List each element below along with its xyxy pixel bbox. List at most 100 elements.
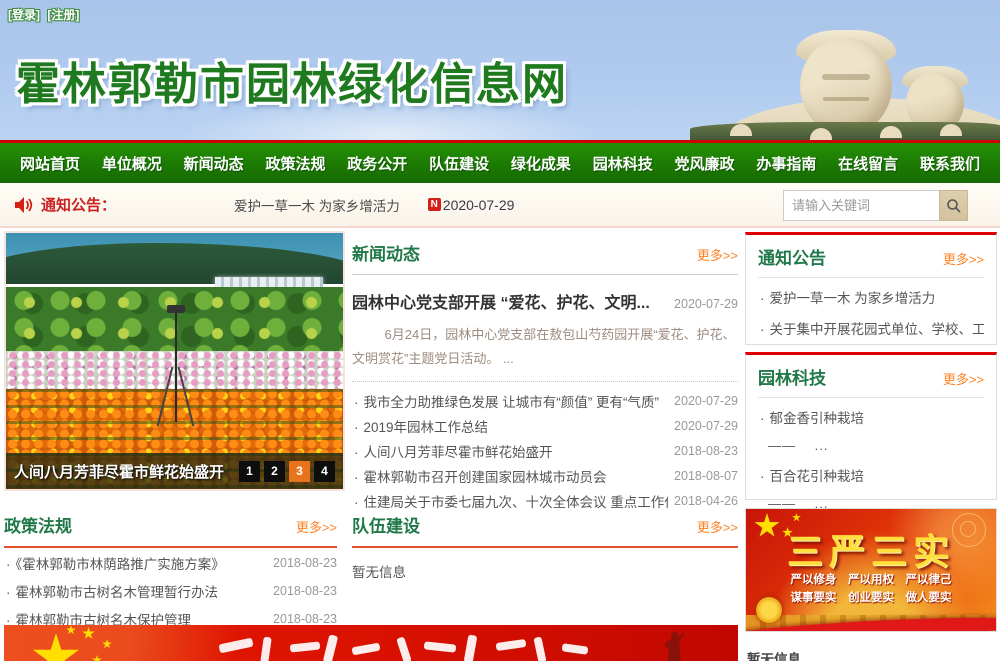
- calligraphy-stroke: [290, 641, 321, 652]
- notice-box: 通知公告 更多>> 爱护一草一木 为家乡增活力 关于集中开展花园式单位、学校、工…: [745, 232, 997, 345]
- policy-title: 政策法规: [4, 512, 72, 537]
- tech-box-item[interactable]: 郁金香引种栽培: [758, 398, 984, 429]
- calligraphy-stroke: [352, 643, 381, 656]
- site-title: 霍林郭勒市园林绿化信息网: [16, 48, 568, 112]
- policy-item-date: 2018-08-23: [273, 612, 337, 626]
- team-more-link[interactable]: 更多>>: [697, 517, 738, 536]
- policy-item-date: 2018-08-23: [273, 556, 337, 570]
- photo-weather-station: [175, 305, 177, 423]
- party-emblem-icon: [756, 597, 782, 623]
- news-more-link[interactable]: 更多>>: [697, 245, 738, 264]
- star-icon: [32, 633, 80, 661]
- calligraphy-stroke: [396, 636, 412, 661]
- calligraphy-stroke: [562, 643, 589, 655]
- news-item-link[interactable]: 霍林郭勒市召开创建国家园林城市动员会: [352, 466, 668, 486]
- team-header: 队伍建设 更多>>: [352, 512, 738, 548]
- nav-item-policy[interactable]: 政策法规: [259, 153, 331, 174]
- featured-title[interactable]: 园林中心党支部开展 “爱花、护花、文明...: [352, 289, 666, 313]
- slider-caption[interactable]: 人间八月芳菲尽霍市鲜花始盛开: [14, 461, 239, 482]
- slider-caption-bar: 人间八月芳菲尽霍市鲜花始盛开 1 2 3 4: [6, 453, 343, 489]
- sanyan-banner[interactable]: 三严三实 严以修身 严以用权 严以律己 谋事要实 创业要实 做人要实: [745, 508, 997, 632]
- news-list-item: 我市全力助推绿色发展 让城市有“颜值” 更有“气质” 2020-07-29: [352, 388, 738, 413]
- calligraphy-stroke: [218, 638, 253, 654]
- notice-label: 通知公告：: [41, 194, 116, 215]
- policy-header: 政策法规 更多>>: [4, 512, 337, 548]
- login-link[interactable]: [登录]: [8, 8, 40, 22]
- featured-date: 2020-07-29: [674, 297, 738, 311]
- nav-item-greening[interactable]: 绿化成果: [505, 153, 577, 174]
- main-nav: 网站首页 单位概况 新闻动态 政策法规 政务公开 队伍建设 绿化成果 园林科技 …: [0, 140, 1000, 183]
- bottom-banner[interactable]: [4, 625, 738, 661]
- tech-box: 园林科技 更多>> 郁金香引种栽培 —— ... 百合花引种栽培 —— ...: [745, 352, 997, 500]
- sanyan-title: 三严三实: [746, 523, 996, 575]
- notice-box-item[interactable]: 关于集中开展花园式单位、学校、工厂...: [758, 309, 984, 340]
- news-item-date: 2020-07-29: [674, 394, 738, 408]
- news-item-link[interactable]: 我市全力助推绿色发展 让城市有“颜值” 更有“气质”: [352, 391, 668, 411]
- team-section: 队伍建设 更多>> 暂无信息: [352, 512, 738, 581]
- nav-item-news[interactable]: 新闻动态: [178, 153, 250, 174]
- star-icon: [92, 655, 102, 661]
- nav-item-gov-affairs[interactable]: 政务公开: [341, 153, 413, 174]
- news-item-date: 2018-04-26: [674, 494, 738, 508]
- tech-box-header: 园林科技 更多>>: [758, 364, 984, 398]
- worker-statue-silhouette: [660, 631, 686, 661]
- notice-box-title: 通知公告: [758, 244, 826, 269]
- nav-item-guide[interactable]: 办事指南: [750, 153, 822, 174]
- nav-item-tech[interactable]: 园林科技: [587, 153, 659, 174]
- star-icon: [66, 625, 76, 635]
- sanyan-line2: 谋事要实 创业要实 做人要实: [746, 589, 996, 605]
- news-item-date: 2018-08-23: [674, 444, 738, 458]
- tech-box-item[interactable]: 百合花引种栽培: [758, 456, 984, 487]
- register-link[interactable]: [注册]: [47, 8, 79, 22]
- news-list-item: 人间八月芳菲尽霍市鲜花始盛开 2018-08-23: [352, 438, 738, 463]
- news-item-date: 2018-08-07: [674, 469, 738, 483]
- auth-links: [登录] [注册]: [8, 6, 83, 23]
- calligraphy-stroke: [464, 634, 478, 661]
- notice-box-more-link[interactable]: 更多>>: [943, 249, 984, 268]
- pager-3-active[interactable]: 3: [289, 461, 310, 482]
- tech-box-more-link[interactable]: 更多>>: [943, 369, 984, 388]
- pager-4[interactable]: 4: [314, 461, 335, 482]
- nav-item-team[interactable]: 队伍建设: [423, 153, 495, 174]
- calligraphy-stroke: [533, 636, 546, 661]
- statue-head-large: [800, 38, 892, 134]
- pager-2[interactable]: 2: [264, 461, 285, 482]
- statue-face-detail: [822, 74, 870, 80]
- news-item-link[interactable]: 住建局关于市委七届九次、十次全体会议 重点工作任...: [352, 491, 668, 511]
- nav-item-party[interactable]: 党风廉政: [669, 153, 741, 174]
- nav-item-contact[interactable]: 联系我们: [914, 153, 986, 174]
- speaker-icon: [14, 196, 33, 214]
- page: [登录] [注册] 霍林郭勒市园林绿化信息网 网站首页 单位概况 新闻动态 政策…: [0, 0, 1000, 661]
- pager-1[interactable]: 1: [239, 461, 260, 482]
- news-item-link[interactable]: 2019年园林工作总结: [352, 416, 668, 436]
- policy-item-date: 2018-08-23: [273, 584, 337, 598]
- news-item-date: 2020-07-29: [674, 419, 738, 433]
- policy-more-link[interactable]: 更多>>: [296, 517, 337, 536]
- notice-link[interactable]: 爱护一草一木 为家乡增活力: [234, 195, 400, 215]
- notice-box-item[interactable]: 爱护一草一木 为家乡增活力: [758, 278, 984, 309]
- new-badge-icon: N: [428, 198, 441, 211]
- search-box: [783, 190, 968, 221]
- nav-item-about[interactable]: 单位概况: [96, 153, 168, 174]
- news-list-item: 霍林郭勒市召开创建国家园林城市动员会 2018-08-07: [352, 463, 738, 488]
- team-title: 队伍建设: [352, 512, 420, 537]
- featured-summary: 6月24日，园林中心党支部在敖包山芍药园开展“爱花、护花、文明赏花”主题党日活动…: [352, 323, 738, 371]
- search-button[interactable]: [939, 190, 968, 221]
- search-input[interactable]: [783, 190, 939, 221]
- team-empty-text: 暂无信息: [352, 561, 738, 581]
- calligraphy-stroke: [260, 637, 272, 661]
- policy-item-link[interactable]: 《霍林郭勒市林荫路推广实施方案》: [4, 553, 273, 573]
- nav-item-message[interactable]: 在线留言: [832, 153, 904, 174]
- news-list-item: 2019年园林工作总结 2020-07-29: [352, 413, 738, 438]
- calligraphy-stroke: [323, 634, 339, 661]
- slider-pager: 1 2 3 4: [239, 461, 335, 482]
- photo-slider[interactable]: 人间八月芳菲尽霍市鲜花始盛开 1 2 3 4: [4, 231, 345, 491]
- policy-list-item: 霍林郭勒市古树名木管理暂行办法 2018-08-23: [4, 577, 337, 604]
- tech-box-title: 园林科技: [758, 364, 826, 389]
- nav-item-home[interactable]: 网站首页: [14, 153, 86, 174]
- star-icon: [102, 639, 112, 649]
- news-item-link[interactable]: 人间八月芳菲尽霍市鲜花始盛开: [352, 441, 668, 461]
- sidebar-empty-text: 暂无信息: [747, 648, 801, 661]
- policy-item-link[interactable]: 霍林郭勒市古树名木管理暂行办法: [4, 581, 273, 601]
- tech-box-item-sub: —— ...: [758, 429, 984, 456]
